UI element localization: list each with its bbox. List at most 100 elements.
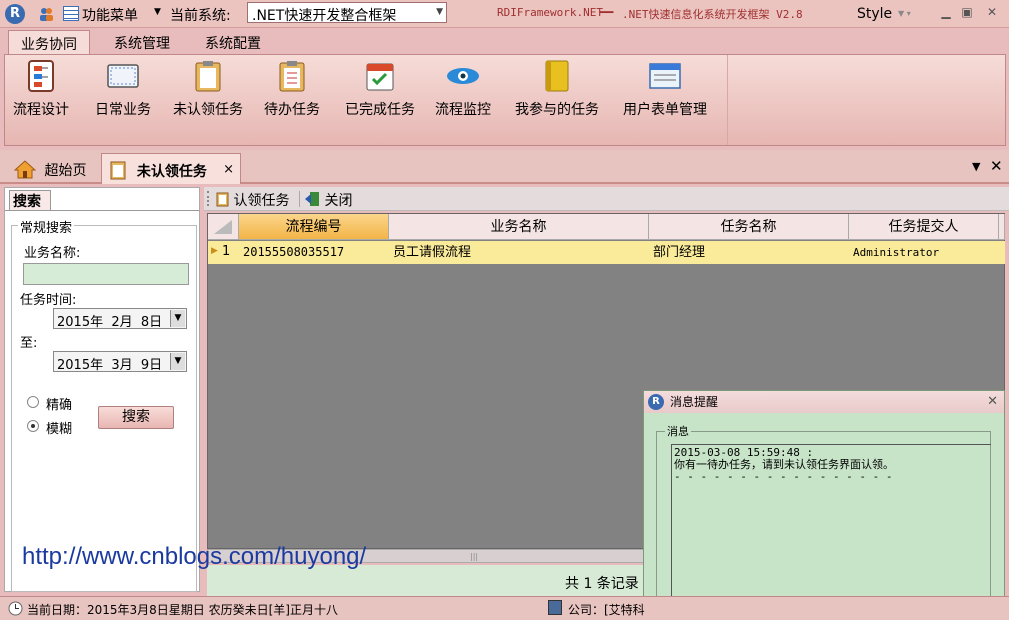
app-logo-icon: R xyxy=(648,394,664,410)
popup-message-group: 消息 2015-03-08 15:59:48 : 你有一待办任务，请到未认领任务… xyxy=(656,423,991,606)
watermark-url: http://www.cnblogs.com/huyong/ xyxy=(22,543,367,570)
workflow-monitor-button[interactable]: 流程监控 xyxy=(435,59,491,119)
flowchart-icon xyxy=(24,59,58,93)
app-title-separator: ━━ xyxy=(600,6,614,19)
current-system-select[interactable]: .NET快速开发整合框架 ▼ xyxy=(247,2,447,24)
cell-task: 部门经理 xyxy=(649,241,849,264)
home-icon xyxy=(13,159,37,183)
workflow-design-button[interactable]: 流程设计 xyxy=(13,59,69,119)
title-bar: R 功能菜单 ▼ 当前系统: .NET快速开发整合框架 ▼ RDIFramewo… xyxy=(0,0,1009,28)
popup-group-title: 消息 xyxy=(665,423,691,439)
status-bar: 当前日期：2015年3月8日星期日 农历癸未日[羊]正月十八 公司：[艾特科 xyxy=(0,596,1009,620)
close-all-icon[interactable]: ✕ xyxy=(990,157,1003,175)
close-tab-icon[interactable]: × xyxy=(223,162,234,177)
search-tab[interactable]: 搜索 xyxy=(9,190,51,210)
row-pointer-icon: ▶ xyxy=(211,246,218,256)
general-search-title: 常规搜索 xyxy=(18,217,75,236)
scroll-thumb-grip[interactable]: ||| xyxy=(470,552,478,561)
toolbar-separator xyxy=(299,191,300,207)
ribbon-tab-row: 业务协同 系统管理 系统配置 xyxy=(0,28,1009,55)
close-window-button[interactable]: ✕ xyxy=(983,5,1001,21)
date-from-picker[interactable]: 2015年 2月 8日 ▼ xyxy=(53,308,187,330)
general-search-group: 常规搜索 业务名称: 任务时间: 2015年 2月 8日 ▼ 至: 2015年 … xyxy=(11,217,197,592)
exit-icon xyxy=(304,191,320,211)
minimize-button[interactable]: ▁ xyxy=(937,5,955,21)
menu-grid-icon[interactable] xyxy=(63,6,79,21)
app-title-right: .NET快速信息化系统开发框架 V2.8 xyxy=(622,8,803,21)
current-date-text: 当前日期：2015年3月8日星期日 农历癸未日[羊]正月十八 xyxy=(27,603,338,617)
current-system-label: 当前系统: xyxy=(170,8,231,24)
tab-system-management[interactable]: 系统管理 xyxy=(102,30,182,55)
to-label: 至: xyxy=(20,336,38,351)
table-row[interactable]: ▶ 1 20155508035517 员工请假流程 部门经理 Administr… xyxy=(208,241,1005,264)
cell-process-no: 20155508035517 xyxy=(239,241,389,264)
tab-home[interactable]: 超始页 xyxy=(6,153,98,184)
my-participated-button[interactable]: 我参与的任务 xyxy=(515,59,599,119)
date-from-value: 2015年 2月 8日 xyxy=(57,315,163,330)
user-form-manage-button[interactable]: 用户表单管理 xyxy=(623,59,707,119)
app-title-left: RDIFramework.NET xyxy=(497,6,603,19)
column-header-submitter[interactable]: 任务提交人 xyxy=(849,214,999,240)
dropdown-arrow-icon[interactable]: ▼ xyxy=(154,7,161,17)
radio-exact-label: 精确 xyxy=(46,398,73,413)
close-button[interactable]: 关闭 xyxy=(304,190,352,211)
envelope-icon xyxy=(106,59,140,93)
grid-corner-header[interactable] xyxy=(208,214,239,240)
document-tab-bar: 超始页 未认领任务 × ▼ ✕ xyxy=(0,150,1009,184)
radio-fuzzy-label: 模糊 xyxy=(46,422,73,437)
grid-toolbar: 认领任务 关闭 xyxy=(204,187,1009,211)
claim-task-button[interactable]: 认领任务 xyxy=(216,190,289,211)
daily-business-button[interactable]: 日常业务 xyxy=(95,59,151,119)
popup-close-icon[interactable]: ✕ xyxy=(987,391,998,413)
todo-task-button[interactable]: 待办任务 xyxy=(264,59,320,119)
eye-icon xyxy=(446,59,480,93)
user-form-manage-label: 用户表单管理 xyxy=(623,102,707,118)
close-label: 关闭 xyxy=(324,193,353,209)
column-header-extra[interactable] xyxy=(999,214,1005,240)
popup-header: R 消息提醒 ✕ xyxy=(644,391,1004,413)
record-count: 共 1 条记录 xyxy=(565,576,639,592)
search-panel: 搜索 常规搜索 业务名称: 任务时间: 2015年 2月 8日 ▼ 至: 201… xyxy=(4,187,200,592)
company-text: 公司：[艾特科 xyxy=(568,603,645,617)
function-menu[interactable]: 功能菜单 xyxy=(82,5,138,25)
popup-dashes: - - - - - - - - - - - - - - - - - xyxy=(674,470,893,483)
calendar-dropdown-icon[interactable]: ▼ xyxy=(170,353,185,370)
radio-exact[interactable] xyxy=(27,396,39,408)
my-participated-label: 我参与的任务 xyxy=(515,102,599,118)
tab-system-config[interactable]: 系统配置 xyxy=(193,30,273,55)
popup-message-box[interactable]: 2015-03-08 15:59:48 : 你有一待办任务，请到未认领任务界面认… xyxy=(671,444,991,604)
column-header-business[interactable]: 业务名称 xyxy=(389,214,649,240)
date-to-picker[interactable]: 2015年 3月 9日 ▼ xyxy=(53,351,187,373)
maximize-button[interactable]: ▣ xyxy=(958,5,976,21)
tab-list-dropdown-icon[interactable]: ▼ xyxy=(972,160,980,173)
radio-fuzzy[interactable] xyxy=(27,420,39,432)
calendar-dropdown-icon[interactable]: ▼ xyxy=(170,310,185,327)
workflow-monitor-label: 流程监控 xyxy=(435,102,491,118)
column-header-process-no[interactable]: 流程编号 xyxy=(239,214,389,240)
tab-business-collaboration[interactable]: 业务协同 xyxy=(8,30,90,55)
date-to-value: 2015年 3月 9日 xyxy=(57,358,163,373)
search-button[interactable]: 搜索 xyxy=(98,406,174,429)
row-index: 1 xyxy=(222,244,231,259)
task-time-label: 任务时间: xyxy=(20,293,77,308)
window-form-icon xyxy=(648,59,682,93)
tab-unclaimed-task[interactable]: 未认领任务 × xyxy=(101,153,241,184)
calculator-icon xyxy=(548,600,562,615)
popup-title: 消息提醒 xyxy=(670,395,719,409)
users-icon[interactable] xyxy=(38,6,54,22)
clipboard-icon xyxy=(216,191,229,211)
clipboard-icon xyxy=(110,160,126,184)
style-menu[interactable]: Style xyxy=(857,6,892,22)
claim-task-label: 认领任务 xyxy=(233,193,290,209)
business-name-input[interactable] xyxy=(23,263,189,285)
business-name-label: 业务名称: xyxy=(24,246,81,261)
style-dropdown-icon[interactable]: ▼ ▾ xyxy=(898,9,911,18)
active-tab-label: 未认领任务 xyxy=(136,164,207,180)
cell-submitter: Administrator xyxy=(849,241,999,264)
notebook-icon xyxy=(540,59,574,93)
column-header-task[interactable]: 任务名称 xyxy=(649,214,849,240)
unclaimed-task-button[interactable]: 未认领任务 xyxy=(173,59,243,119)
clipboard-icon xyxy=(191,59,225,93)
completed-task-button[interactable]: 已完成任务 xyxy=(345,59,415,119)
unclaimed-task-label: 未认领任务 xyxy=(173,102,243,118)
